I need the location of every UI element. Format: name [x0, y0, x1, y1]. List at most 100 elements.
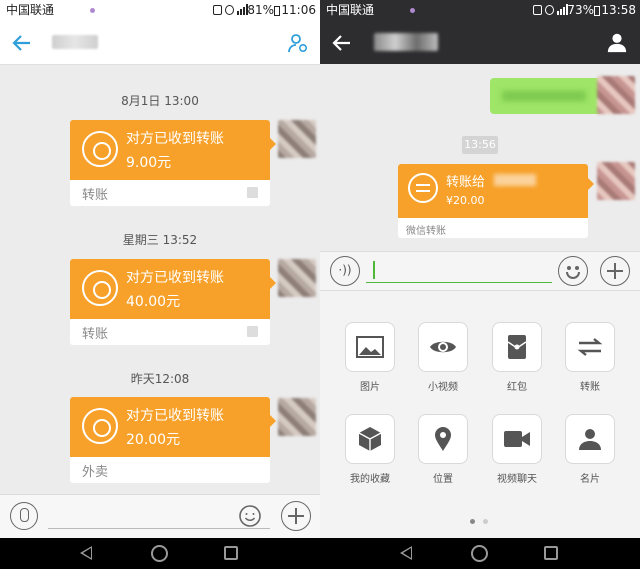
sent-text-bubble-blurred[interactable]: [490, 78, 608, 114]
chat-header: [0, 21, 320, 65]
back-arrow-icon[interactable]: [10, 31, 34, 55]
transfer-note: 外卖: [82, 465, 109, 480]
transfer-note: 转账: [82, 327, 109, 342]
message-input[interactable]: [366, 282, 552, 283]
panel-item-label: 转账: [580, 382, 600, 393]
app-badge-icon: [247, 326, 258, 337]
nav-home-icon[interactable]: [471, 545, 488, 562]
bubble-tail: [270, 277, 276, 289]
notification-dot-icon: [410, 8, 415, 13]
plus-icon[interactable]: [600, 256, 630, 286]
transfer-coin-icon: [82, 408, 118, 444]
battery-icon: [274, 6, 280, 16]
carrier-name: 中国联通: [326, 3, 375, 17]
emoji-icon[interactable]: [238, 504, 262, 528]
nav-recent-icon[interactable]: [544, 546, 558, 560]
nav-back-icon[interactable]: [80, 546, 92, 560]
transfer-coin-icon: [82, 270, 118, 306]
transfer-card-header: 对方已收到转账 9.00元: [70, 120, 276, 180]
message-timestamp: 星期三 13:52: [122, 233, 198, 247]
status-bar: 中国联通 81% 11:06: [0, 0, 320, 21]
android-nav-bar: [320, 538, 640, 569]
transfer-note: 转账: [82, 188, 109, 203]
panel-item-label: 图片: [360, 382, 380, 393]
chat-area: 13:56 转账给 ¥20.00 微信转账: [320, 64, 640, 251]
transfer-amount: 20.00元: [126, 432, 181, 448]
transfer-status: 对方已收到转账: [126, 131, 224, 147]
transfer-card-header: 对方已收到转账 40.00元: [70, 259, 276, 319]
panel-item-label: 视频聊天: [497, 474, 537, 485]
message-timestamp: 昨天12:08: [130, 372, 190, 386]
vibrate-icon: [533, 4, 542, 15]
avatar[interactable]: [278, 259, 316, 297]
panel-item-video-chat[interactable]: 视频聊天: [487, 414, 547, 485]
transfer-card[interactable]: 对方已收到转账 9.00元 转账: [70, 120, 276, 206]
panel-item-transfer[interactable]: 转账: [560, 322, 620, 393]
nav-recent-icon[interactable]: [224, 546, 238, 560]
panel-item-favorites[interactable]: 我的收藏: [340, 414, 400, 485]
transfer-status: 对方已收到转账: [126, 270, 224, 286]
voice-input-icon[interactable]: ·)): [330, 256, 360, 286]
transfer-card-header: 对方已收到转账 20.00元: [70, 397, 276, 457]
transfer-amount: 40.00元: [126, 294, 181, 310]
back-arrow-icon[interactable]: [330, 31, 354, 55]
microphone-icon[interactable]: [10, 502, 38, 530]
transfer-card[interactable]: 对方已收到转账 20.00元 外卖: [70, 397, 276, 483]
emoji-icon[interactable]: [558, 256, 588, 286]
panel-item-label: 名片: [580, 474, 600, 485]
panel-item-photos[interactable]: 图片: [340, 322, 400, 393]
message-input[interactable]: [48, 528, 270, 529]
bubble-tail: [588, 178, 594, 190]
avatar[interactable]: [278, 398, 316, 436]
profile-icon[interactable]: [606, 31, 628, 53]
bubble-tail: [270, 415, 276, 427]
red-envelope-icon: [507, 335, 527, 359]
avatar[interactable]: [278, 120, 316, 158]
contact-name-blurred: [52, 35, 98, 49]
message-timestamp: 13:56: [462, 136, 498, 154]
avatar[interactable]: [597, 76, 635, 114]
panel-item-location[interactable]: 位置: [413, 414, 473, 485]
battery-percent: 73%: [567, 3, 594, 17]
panel-item-short-video[interactable]: 小视频: [413, 322, 473, 393]
message-timestamp: 8月1日 13:00: [121, 94, 199, 108]
transfer-card[interactable]: 对方已收到转账 40.00元 转账: [70, 259, 276, 345]
app-badge-icon: [247, 187, 258, 198]
person-settings-icon[interactable]: [286, 31, 310, 55]
battery-percent: 81%: [247, 3, 274, 17]
status-bar: 中国联通 73% 13:58: [320, 0, 640, 21]
transfer-amount: ¥20.00: [446, 194, 485, 207]
alarm-icon: [545, 4, 554, 15]
nav-back-icon[interactable]: [400, 546, 412, 560]
message-input-bar: ·)): [320, 251, 640, 291]
favorites-cube-icon: [358, 427, 382, 451]
transfer-card[interactable]: 转账给 ¥20.00 微信转账: [398, 164, 594, 238]
panel-item-contact-card[interactable]: 名片: [560, 414, 620, 485]
recipient-name-blurred: [494, 174, 536, 186]
notification-dot-icon: [90, 8, 95, 13]
transfer-title: 转账给: [446, 175, 486, 190]
more-actions-panel: 图片 小视频 红包 转账 我的收藏 位置 视频聊天 名片: [320, 291, 640, 538]
chat-header: [320, 21, 640, 64]
bubble-tail: [270, 138, 276, 150]
plus-icon[interactable]: [281, 501, 311, 531]
panel-item-red-packet[interactable]: 红包: [487, 322, 547, 393]
status-time: 11:06: [281, 3, 316, 17]
avatar[interactable]: [597, 162, 635, 200]
transfer-icon: [577, 338, 603, 356]
transfer-card-header: 转账给 ¥20.00: [398, 164, 594, 218]
alarm-icon: [225, 4, 234, 15]
carrier-name: 中国联通: [6, 3, 55, 17]
eye-icon: [430, 341, 456, 353]
status-icons: [213, 4, 248, 15]
status-icons: [533, 4, 568, 15]
panel-item-label: 我的收藏: [350, 474, 390, 485]
video-camera-icon: [504, 431, 530, 447]
wechat-chat-screen: 中国联通 73% 13:58 13:56 转账给 ¥20.00 微信转账 ·))…: [320, 0, 640, 569]
page-indicator-active: [470, 519, 475, 524]
transfer-coin-icon: [82, 131, 118, 167]
android-nav-bar: [0, 538, 320, 569]
nav-home-icon[interactable]: [151, 545, 168, 562]
page-indicator[interactable]: [483, 519, 488, 524]
location-pin-icon: [435, 427, 451, 451]
